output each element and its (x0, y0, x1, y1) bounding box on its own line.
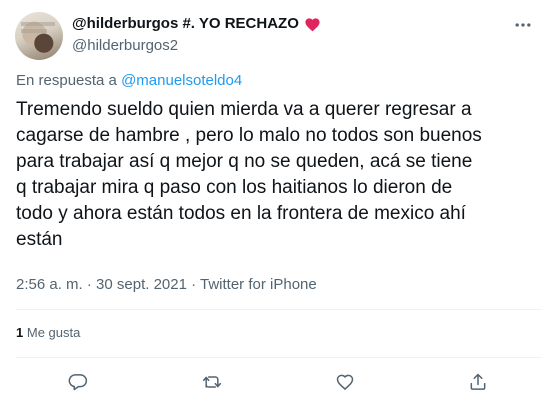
avatar[interactable] (15, 12, 63, 60)
reply-icon[interactable] (67, 371, 89, 393)
likes-count: 1 (16, 325, 24, 340)
author-handle[interactable]: @hilderburgos2 (72, 37, 178, 54)
tweet-meta[interactable]: 2:56 a. m. · 30 sept. 2021 · Twitter for… (16, 276, 317, 293)
divider (16, 309, 542, 310)
reply-prefix: En respuesta a (16, 72, 117, 89)
reply-context: En respuesta a @manuelsoteldo4 (16, 72, 242, 89)
red-heart-emoji-icon (304, 16, 321, 32)
tweet-text: Tremendo sueldo quien mierda va a querer… (16, 99, 482, 250)
author-display-name[interactable]: @hilderburgos #. YO RECHAZO (72, 15, 299, 32)
reply-to-link[interactable]: @manuelsoteldo4 (121, 72, 242, 89)
avatar-image-detail (21, 22, 55, 26)
avatar-image-detail (21, 29, 47, 33)
heart-outline-icon[interactable] (334, 371, 356, 393)
share-icon[interactable] (467, 371, 489, 393)
likes-stat[interactable]: 1 Me gusta (16, 325, 80, 340)
likes-label: Me gusta (26, 325, 81, 340)
retweet-icon[interactable] (201, 371, 223, 393)
author-name-row: @hilderburgos #. YO RECHAZO (72, 15, 321, 32)
tweet-card: @hilderburgos #. YO RECHAZO @hilderburgo… (0, 0, 558, 404)
more-horizontal-icon[interactable] (512, 14, 534, 36)
divider (16, 357, 542, 358)
